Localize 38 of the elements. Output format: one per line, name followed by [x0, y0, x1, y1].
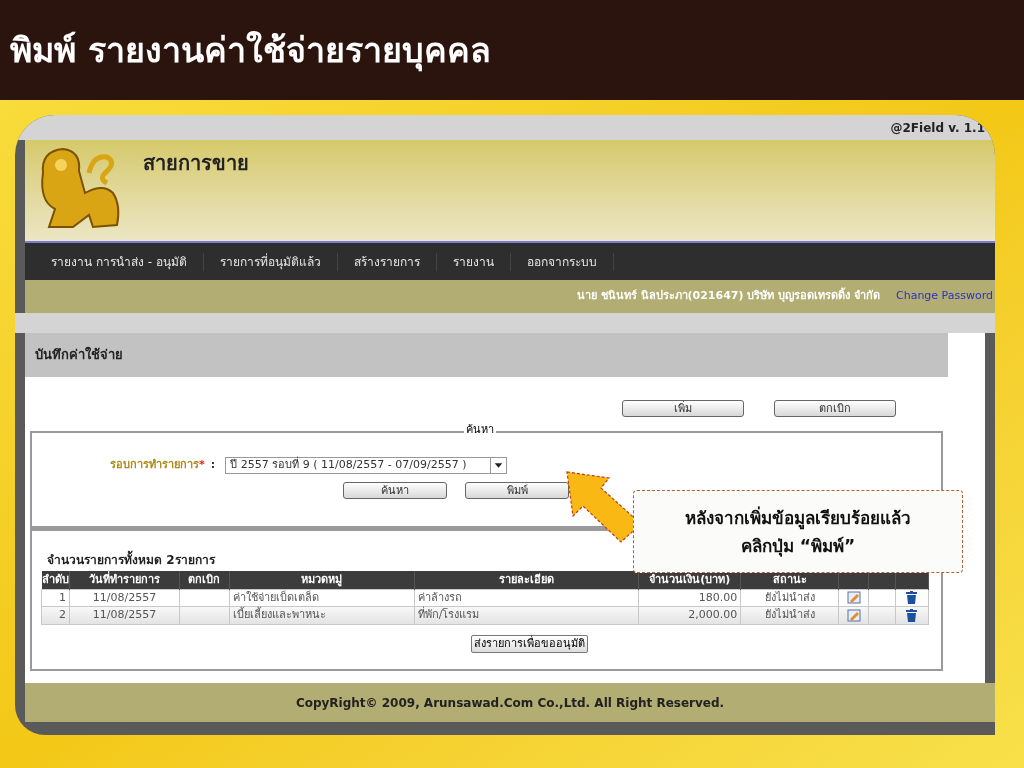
trash-icon[interactable]: [906, 591, 918, 604]
toolbar-button[interactable]: เพิ่ม: [622, 400, 744, 417]
search-form-button[interactable]: ค้นหา: [343, 482, 447, 499]
search-form-button[interactable]: พิมพ์: [465, 482, 569, 499]
table-cell: ยังไม่นำส่ง: [740, 606, 839, 624]
column-header: ตกเบิก: [179, 571, 230, 589]
column-header: ลำดับ: [41, 571, 70, 589]
table-cell: ที่พัก/โรงแรม: [414, 606, 639, 624]
submit-approval-button[interactable]: ส่งรายการเพื่อขออนุมัติ: [470, 634, 588, 653]
section-title: บันทึกค่าใช้จ่าย: [35, 345, 123, 365]
table-cell: 11/08/2557: [69, 589, 180, 607]
slide-title: พิมพ์ รายงานค่าใช้จ่ายรายบุคคล: [10, 28, 491, 74]
change-password-link[interactable]: Change Password: [896, 288, 993, 305]
edit-icon[interactable]: [846, 591, 861, 604]
table-cell: 2,000.00: [638, 606, 741, 624]
trash-icon[interactable]: [906, 608, 918, 622]
header-title: สายการขาย: [143, 150, 249, 177]
user-info: นาย ชนินทร์ นิลประภา(021647) บริษัท บุญรอดเทรดดิ้ง จำกัด: [576, 288, 880, 305]
period-select[interactable]: ปี 2557 รอบที่ 9 ( 11/08/2557 - 07/09/2557 ): [225, 457, 508, 474]
nav-item[interactable]: ออกจากระบบ: [510, 252, 614, 271]
footer-copyright: CopyRight© 2009, Arunsawad.Com Co.,Ltd. All Right Reserved.: [295, 694, 725, 712]
table-cell: 2: [41, 606, 70, 624]
nav-item[interactable]: สร้างรายการ: [337, 252, 437, 271]
table-cell: เบี้ยเลี้ยงและพาหนะ: [229, 606, 415, 624]
table-cell: 11/08/2557: [69, 606, 180, 624]
column-header: วันที่ทำรายการ: [69, 571, 180, 589]
toolbar-button[interactable]: ตกเบิก: [774, 400, 896, 417]
table-cell: 180.00: [638, 589, 741, 607]
column-header: หมวดหมู่: [229, 571, 415, 589]
table-cell: 1: [41, 589, 70, 607]
table-cell: ค่าล้างรถ: [414, 589, 639, 607]
field-label: รอบการทำรายการ* :: [110, 457, 216, 474]
version-label: @2Field v. 1.1: [890, 119, 985, 137]
nav-item[interactable]: รายงาน: [436, 252, 511, 271]
table-cell: ค่าใช้จ่ายเบ็ดเตล็ด: [229, 589, 415, 607]
nav-item[interactable]: รายการที่อนุมัติแล้ว: [203, 252, 338, 271]
nav-item[interactable]: รายงาน การนำส่ง - อนุมัติ: [35, 252, 204, 271]
table-cell: ยังไม่นำส่ง: [740, 589, 839, 607]
